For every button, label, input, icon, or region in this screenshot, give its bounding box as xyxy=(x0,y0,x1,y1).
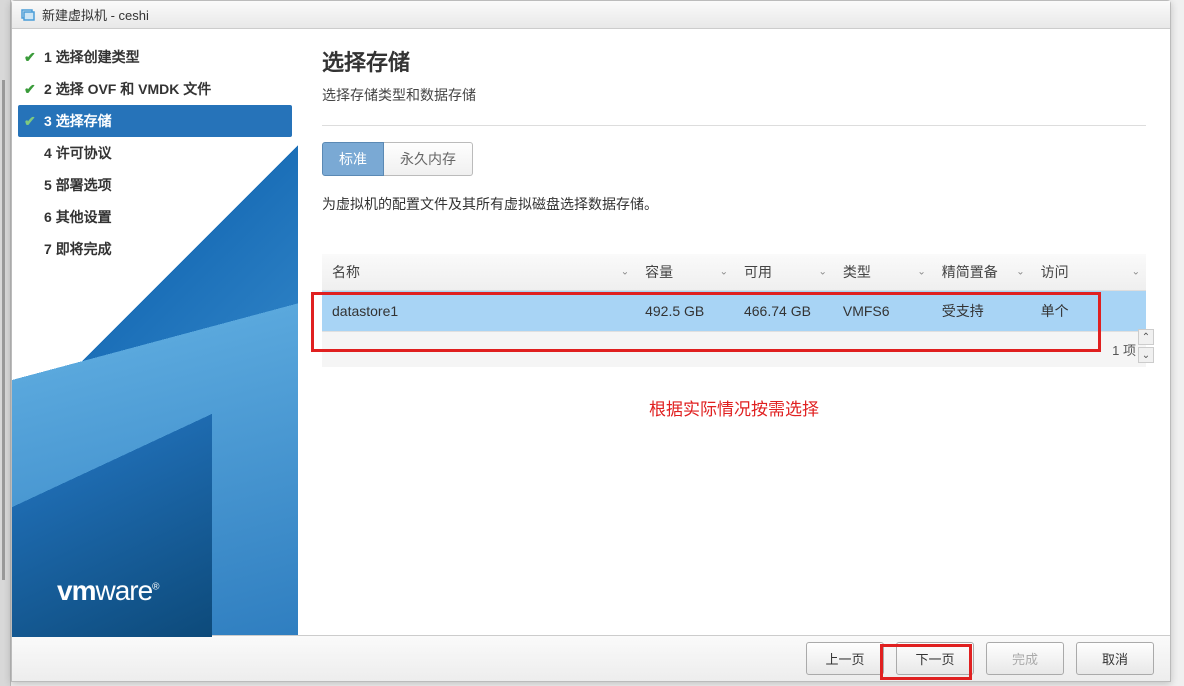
col-capacity[interactable]: 容量⌄ xyxy=(635,254,734,291)
wizard-sidebar: ✔1 选择创建类型 ✔2 选择 OVF 和 VMDK 文件 ✔3 选择存储 4 … xyxy=(12,29,298,637)
vmware-logo: vmware® xyxy=(57,575,159,607)
storage-type-tabs: 标准 永久内存 xyxy=(322,142,1146,176)
step-3[interactable]: ✔3 选择存储 xyxy=(18,105,292,137)
vm-icon xyxy=(20,7,36,23)
cell-available: 466.74 GB xyxy=(734,291,833,332)
table-scroll: ⌃ ⌄ xyxy=(1138,329,1154,363)
scroll-up-icon[interactable]: ⌃ xyxy=(1138,329,1154,345)
sort-icon[interactable]: ⌄ xyxy=(818,267,826,278)
col-name[interactable]: 名称⌄ xyxy=(322,254,635,291)
left-window-edge xyxy=(0,0,11,686)
sort-icon[interactable]: ⌄ xyxy=(1132,267,1140,278)
finish-button: 完成 xyxy=(986,642,1064,675)
table-footer: 1 项 xyxy=(322,331,1146,367)
col-available[interactable]: 可用⌄ xyxy=(734,254,833,291)
datastore-table: 名称⌄ 容量⌄ 可用⌄ 类型⌄ 精简置备⌄ 访问⌄ datastore1 492… xyxy=(322,254,1146,331)
step-1[interactable]: ✔1 选择创建类型 xyxy=(12,41,298,73)
step-2[interactable]: ✔2 选择 OVF 和 VMDK 文件 xyxy=(12,73,298,105)
col-type[interactable]: 类型⌄ xyxy=(833,254,932,291)
tab-standard[interactable]: 标准 xyxy=(322,142,384,176)
next-button[interactable]: 下一页 xyxy=(896,642,974,675)
sort-icon[interactable]: ⌄ xyxy=(917,267,925,278)
step-7: 7 即将完成 xyxy=(12,233,298,265)
cell-access: 单个 xyxy=(1031,291,1146,332)
tab-pmem[interactable]: 永久内存 xyxy=(384,142,473,176)
cancel-button[interactable]: 取消 xyxy=(1076,642,1154,675)
cell-name: datastore1 xyxy=(322,291,635,332)
col-thin[interactable]: 精简置备⌄ xyxy=(932,254,1031,291)
annotation-text: 根据实际情况按需选择 xyxy=(322,395,1146,420)
sort-icon[interactable]: ⌄ xyxy=(720,267,728,278)
step-4: 4 许可协议 xyxy=(12,137,298,169)
back-button[interactable]: 上一页 xyxy=(806,642,884,675)
cell-type: VMFS6 xyxy=(833,291,932,332)
sort-icon[interactable]: ⌄ xyxy=(621,267,629,278)
wizard-steps: ✔1 选择创建类型 ✔2 选择 OVF 和 VMDK 文件 ✔3 选择存储 4 … xyxy=(12,29,298,265)
cell-capacity: 492.5 GB xyxy=(635,291,734,332)
cell-thin: 受支持 xyxy=(932,291,1031,332)
dialog-footer: 上一页 下一页 完成 取消 xyxy=(12,635,1170,681)
step-6: 6 其他设置 xyxy=(12,201,298,233)
sort-icon[interactable]: ⌄ xyxy=(1016,267,1024,278)
titlebar: 新建虚拟机 - ceshi xyxy=(12,1,1170,29)
col-access[interactable]: 访问⌄ xyxy=(1031,254,1146,291)
step-5: 5 部署选项 xyxy=(12,169,298,201)
table-row[interactable]: datastore1 492.5 GB 466.74 GB VMFS6 受支持 … xyxy=(322,291,1146,332)
scroll-down-icon[interactable]: ⌄ xyxy=(1138,347,1154,363)
window-title: 新建虚拟机 - ceshi xyxy=(42,5,149,24)
divider xyxy=(322,125,1146,126)
main-panel: 选择存储 选择存储类型和数据存储 标准 永久内存 为虚拟机的配置文件及其所有虚拟… xyxy=(298,29,1170,637)
description-text: 为虚拟机的配置文件及其所有虚拟磁盘选择数据存储。 xyxy=(322,194,1146,214)
page-title: 选择存储 xyxy=(322,45,1146,77)
dialog-window: 新建虚拟机 - ceshi ✔1 选择创建类型 ✔2 选择 OVF 和 VMDK… xyxy=(11,0,1171,682)
page-subtitle: 选择存储类型和数据存储 xyxy=(322,85,1146,105)
